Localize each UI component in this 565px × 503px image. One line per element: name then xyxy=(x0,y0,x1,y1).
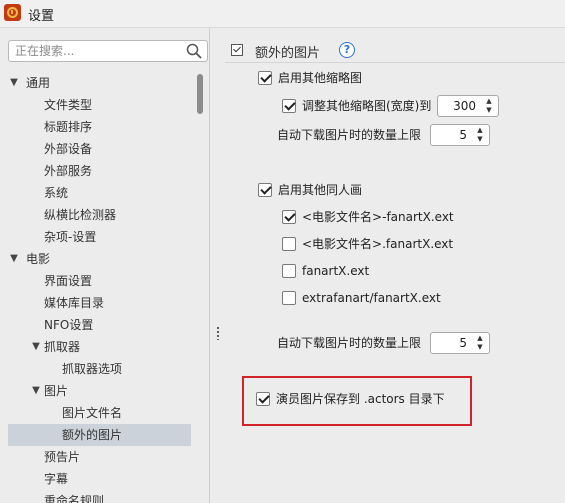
fanart-limit-label: 自动下载图片时的数量上限 xyxy=(277,336,422,350)
sidebar-item-label: 图片文件名 xyxy=(62,406,123,420)
spinner-down-icon[interactable]: ▼ xyxy=(482,106,496,115)
settings-content: 额外的图片 ? 启用其他缩略图 调整其他缩略图(宽度)到 300 ▲ ▼ 自动下… xyxy=(225,28,565,503)
sidebar-item[interactable]: 额外的图片 xyxy=(8,424,191,446)
sidebar-item-label: 外部服务 xyxy=(44,164,93,178)
sidebar-item-label: 抓取器 xyxy=(44,340,81,354)
resize-thumbs-check[interactable] xyxy=(282,99,296,113)
sidebar-item[interactable]: 杂项-设置 xyxy=(8,226,191,248)
sidebar-item-label: 重命名规则 xyxy=(44,494,105,503)
sidebar-item-label: 字幕 xyxy=(44,472,69,486)
spinner-down-icon[interactable]: ▼ xyxy=(473,343,487,352)
sidebar-item-label: 界面设置 xyxy=(44,274,93,288)
spinner-down-icon[interactable]: ▼ xyxy=(473,135,487,144)
actor-images-check[interactable] xyxy=(256,392,270,406)
sidebar-item[interactable]: ▼ 图片 xyxy=(8,380,191,402)
sidebar-item-label: NFO设置 xyxy=(44,318,94,332)
fanart-limit-value[interactable]: 5 xyxy=(459,333,467,353)
thumbs-limit-value[interactable]: 5 xyxy=(459,125,467,145)
search-input[interactable] xyxy=(15,43,185,59)
sidebar-item[interactable]: 图片文件名 xyxy=(8,402,191,424)
tree-expand-icon[interactable]: ▼ xyxy=(30,336,42,358)
sidebar-item-label: 纵横比检测器 xyxy=(44,208,117,222)
enable-thumbs-check[interactable] xyxy=(258,71,272,85)
tree-expand-icon[interactable]: ▼ xyxy=(8,248,20,270)
fanart-option-4-check[interactable] xyxy=(282,291,296,305)
sidebar-item[interactable]: 重命名规则 xyxy=(8,490,191,503)
sidebar: ▼ 通用文件类型标题排序外部设备外部服务系统纵横比检测器杂项-设置 ▼ 电影界面设置媒… xyxy=(0,28,210,503)
window-title: 设置 xyxy=(28,9,55,24)
sidebar-item[interactable]: ▼ 抓取器 xyxy=(8,336,191,358)
thumbs-limit-spinner[interactable]: 5 ▲ ▼ xyxy=(430,124,490,146)
sidebar-item-label: 标题排序 xyxy=(44,120,93,134)
sidebar-item[interactable]: 纵横比检测器 xyxy=(8,204,191,226)
fanart-option-1-check[interactable] xyxy=(282,210,296,224)
pane-splitter[interactable] xyxy=(211,28,225,503)
sidebar-item-label: 外部设备 xyxy=(44,142,93,156)
help-icon[interactable]: ? xyxy=(339,42,355,58)
sidebar-item[interactable]: ▼ 电影 xyxy=(8,248,191,270)
sidebar-scrollbar[interactable] xyxy=(195,72,205,503)
sidebar-item[interactable]: 系统 xyxy=(8,182,191,204)
sidebar-item-label: 杂项-设置 xyxy=(44,230,97,244)
thumb-width-spinner[interactable]: 300 ▲ ▼ xyxy=(437,95,499,117)
sidebar-item-label: 图片 xyxy=(44,384,69,398)
sidebar-item-label: 媒体库目录 xyxy=(44,296,105,310)
sidebar-item-label: 通用 xyxy=(26,76,51,90)
search-icon[interactable] xyxy=(186,43,202,59)
sidebar-item[interactable]: 外部服务 xyxy=(8,160,191,182)
sidebar-item-label: 电影 xyxy=(26,252,51,266)
sidebar-item-label: 预告片 xyxy=(44,450,81,464)
sidebar-item[interactable]: 字幕 xyxy=(8,468,191,490)
thumb-width-value[interactable]: 300 xyxy=(453,96,476,116)
sidebar-item-label: 额外的图片 xyxy=(62,428,123,442)
sidebar-item[interactable]: 外部设备 xyxy=(8,138,191,160)
sidebar-item[interactable]: 预告片 xyxy=(8,446,191,468)
fanart-option-2-check[interactable] xyxy=(282,237,296,251)
thumbs-limit-label: 自动下载图片时的数量上限 xyxy=(277,128,422,142)
splitter-grip-icon[interactable] xyxy=(216,326,220,340)
tree-expand-icon[interactable]: ▼ xyxy=(30,380,42,402)
fanart-option-3-check[interactable] xyxy=(282,264,296,278)
sidebar-item[interactable]: ▼ 通用 xyxy=(8,72,191,94)
sidebar-item-label: 文件类型 xyxy=(44,98,93,112)
section-divider xyxy=(225,62,565,63)
sidebar-item[interactable]: 界面设置 xyxy=(8,270,191,292)
section-title: 额外的图片 xyxy=(255,46,321,61)
title-bar: 设置 xyxy=(0,0,565,28)
sidebar-item[interactable]: 媒体库目录 xyxy=(8,292,191,314)
enable-fanart-check[interactable] xyxy=(258,183,272,197)
section-collapse-icon[interactable] xyxy=(231,44,243,56)
sidebar-item-label: 抓取器选项 xyxy=(62,362,123,376)
spinner-up-icon[interactable]: ▲ xyxy=(473,334,487,343)
tree-expand-icon[interactable]: ▼ xyxy=(8,72,20,94)
spinner-up-icon[interactable]: ▲ xyxy=(482,97,496,106)
sidebar-item[interactable]: 抓取器选项 xyxy=(8,358,191,380)
sidebar-item-label: 系统 xyxy=(44,186,69,200)
sidebar-scroll-thumb[interactable] xyxy=(197,74,203,114)
search-box[interactable] xyxy=(8,40,208,62)
spinner-up-icon[interactable]: ▲ xyxy=(473,126,487,135)
sidebar-item[interactable]: NFO设置 xyxy=(8,314,191,336)
fanart-limit-spinner[interactable]: 5 ▲ ▼ xyxy=(430,332,490,354)
sidebar-item[interactable]: 标题排序 xyxy=(8,116,191,138)
app-logo-icon xyxy=(4,4,21,21)
sidebar-item[interactable]: 文件类型 xyxy=(8,94,191,116)
